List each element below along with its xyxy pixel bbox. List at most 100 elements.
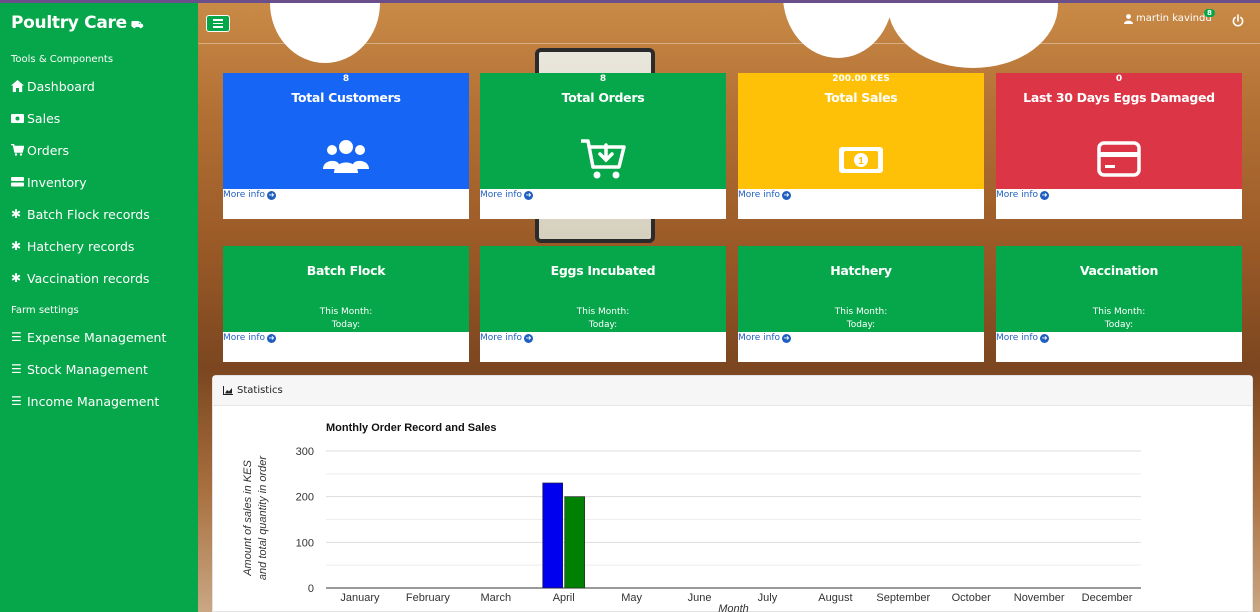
sidebar-item-hatchery[interactable]: ✱ Hatchery records (11, 237, 134, 255)
statistics-header: Statistics (213, 376, 1252, 406)
sidebar-item-expense[interactable]: ☰ Expense Management (11, 328, 166, 346)
card-total-customers: 8 Total Customers More info ➜ (223, 73, 469, 219)
card-count: 8 (342, 74, 350, 84)
sidebar-item-label: Sales (27, 110, 61, 126)
statistics-panel: Statistics Monthly Order Record and Sale… (212, 375, 1253, 612)
background-light (270, 3, 380, 63)
x-axis-label: Month (718, 603, 749, 612)
card-header: Vaccination This Month: Today: (996, 246, 1242, 332)
card-title: Vaccination (1079, 263, 1159, 278)
x-tick-label: October (952, 592, 991, 604)
list-icon: ☰ (11, 362, 22, 376)
x-tick-label: January (340, 592, 380, 604)
menu-toggle-button[interactable] (206, 15, 230, 32)
cart-download-icon (581, 139, 626, 179)
x-tick-label: February (406, 592, 451, 604)
brand[interactable]: Poultry Care ⛟ (11, 13, 143, 33)
notification-badge: 8 (1204, 9, 1215, 17)
sidebar-item-label: Vaccination records (27, 270, 150, 286)
card-header: 8 Total Orders (480, 73, 726, 189)
arrow-circle-right-icon: ➜ (782, 333, 792, 343)
x-tick-label: September (876, 592, 930, 604)
more-info-link[interactable]: More info ➜ (223, 190, 277, 200)
arrow-circle-right-icon: ➜ (267, 333, 277, 343)
card-hatchery: Hatchery This Month: Today: More info ➜ (738, 246, 984, 362)
card-batch-flock: Batch Flock This Month: Today: More info… (223, 246, 469, 362)
x-tick-label: April (553, 592, 575, 604)
svg-text:1: 1 (858, 156, 864, 167)
card-header: Eggs Incubated This Month: Today: (480, 246, 726, 332)
sidebar-item-label: Orders (27, 142, 70, 158)
sidebar-item-label: Income Management (27, 393, 160, 409)
monthly-chart: 0 100 200 300 January February March April May Ju… (242, 446, 1141, 612)
sidebar-item-label: Hatchery records (27, 238, 135, 254)
sidebar-item-orders[interactable]: Orders (11, 141, 69, 159)
sidebar: Poultry Care ⛟ Tools & Components Dashboa… (0, 3, 198, 612)
card-title: Total Customers (291, 90, 401, 105)
more-info-label: More info (996, 190, 1039, 200)
more-info-link[interactable]: More info ➜ (480, 190, 534, 200)
card-title: Hatchery (830, 263, 892, 278)
sidebar-item-label: Stock Management (27, 361, 148, 377)
x-tick-label: March (481, 592, 512, 604)
sidebar-item-label: Batch Flock records (27, 206, 150, 222)
sidebar-item-dashboard[interactable]: Dashboard (11, 77, 95, 95)
card-title: Batch Flock (306, 263, 386, 278)
more-info-label: More info (996, 333, 1039, 343)
power-icon[interactable] (1232, 14, 1244, 28)
sidebar-item-batch-flock[interactable]: ✱ Batch Flock records (11, 205, 150, 223)
more-info-link[interactable]: More info ➜ (738, 333, 792, 343)
section-label-farm-settings: Farm settings (11, 305, 79, 316)
more-info-label: More info (738, 333, 781, 343)
truck-icon: ⛟ (130, 20, 144, 31)
more-info-link[interactable]: More info ➜ (996, 333, 1050, 343)
x-tick-label: December (1082, 592, 1133, 604)
y-tick-label: 300 (296, 446, 314, 458)
x-tick-label: July (758, 592, 778, 604)
x-tick-label: November (1014, 592, 1065, 604)
credit-card-icon (1097, 141, 1141, 177)
more-info-link[interactable]: More info ➜ (996, 190, 1050, 200)
section-label-tools: Tools & Components (11, 54, 114, 65)
more-info-link[interactable]: More info ➜ (480, 333, 534, 343)
sidebar-item-inventory[interactable]: Inventory (11, 173, 87, 191)
card-title: Total Orders (561, 90, 645, 105)
x-tick-label: June (688, 592, 712, 604)
more-info-label: More info (223, 333, 266, 343)
user-name: martin kavindu (1136, 13, 1212, 24)
card-title: Eggs Incubated (550, 263, 656, 278)
card-header: 0 Last 30 Days Eggs Damaged (996, 73, 1242, 189)
chart-area-icon (223, 386, 233, 395)
background-light (783, 3, 893, 58)
more-info-label: More info (480, 190, 523, 200)
sidebar-item-vaccination[interactable]: ✱ Vaccination records (11, 269, 149, 287)
sidebar-item-label: Expense Management (27, 329, 167, 345)
sidebar-item-stock[interactable]: ☰ Stock Management (11, 360, 148, 378)
arrow-circle-right-icon: ➜ (267, 190, 277, 200)
more-info-link[interactable]: More info ➜ (223, 333, 277, 343)
statistics-title: Statistics (237, 385, 283, 396)
card-eggs-damaged: 0 Last 30 Days Eggs Damaged More info ➜ (996, 73, 1242, 219)
more-info-link[interactable]: More info ➜ (738, 190, 792, 200)
header-divider (198, 43, 1260, 44)
more-info-label: More info (223, 190, 266, 200)
arrow-circle-right-icon: ➜ (1040, 333, 1050, 343)
card-header: 200.00 KES Total Sales 1 (738, 73, 984, 189)
money-bill-icon: 1 (839, 147, 883, 173)
bar (542, 482, 564, 589)
this-month-label: This Month: (1092, 307, 1146, 317)
card-header: Batch Flock This Month: Today: (223, 246, 469, 332)
sidebar-item-income[interactable]: ☰ Income Management (11, 392, 159, 410)
card-title: Total Sales (824, 90, 898, 105)
more-info-label: More info (738, 190, 781, 200)
card-count: 8 (599, 74, 607, 84)
asterisk-icon: ✱ (11, 271, 22, 285)
x-tick-label: May (621, 592, 642, 604)
arrow-circle-right-icon: ➜ (782, 190, 792, 200)
brand-title: Poultry Care (11, 13, 127, 33)
card-total-sales: 200.00 KES Total Sales 1 More info ➜ (738, 73, 984, 219)
home-icon (11, 80, 27, 92)
user-menu[interactable]: martin kavindu 8 (1124, 9, 1215, 24)
today-label: Today: (588, 320, 618, 330)
sidebar-item-sales[interactable]: Sales (11, 109, 60, 127)
